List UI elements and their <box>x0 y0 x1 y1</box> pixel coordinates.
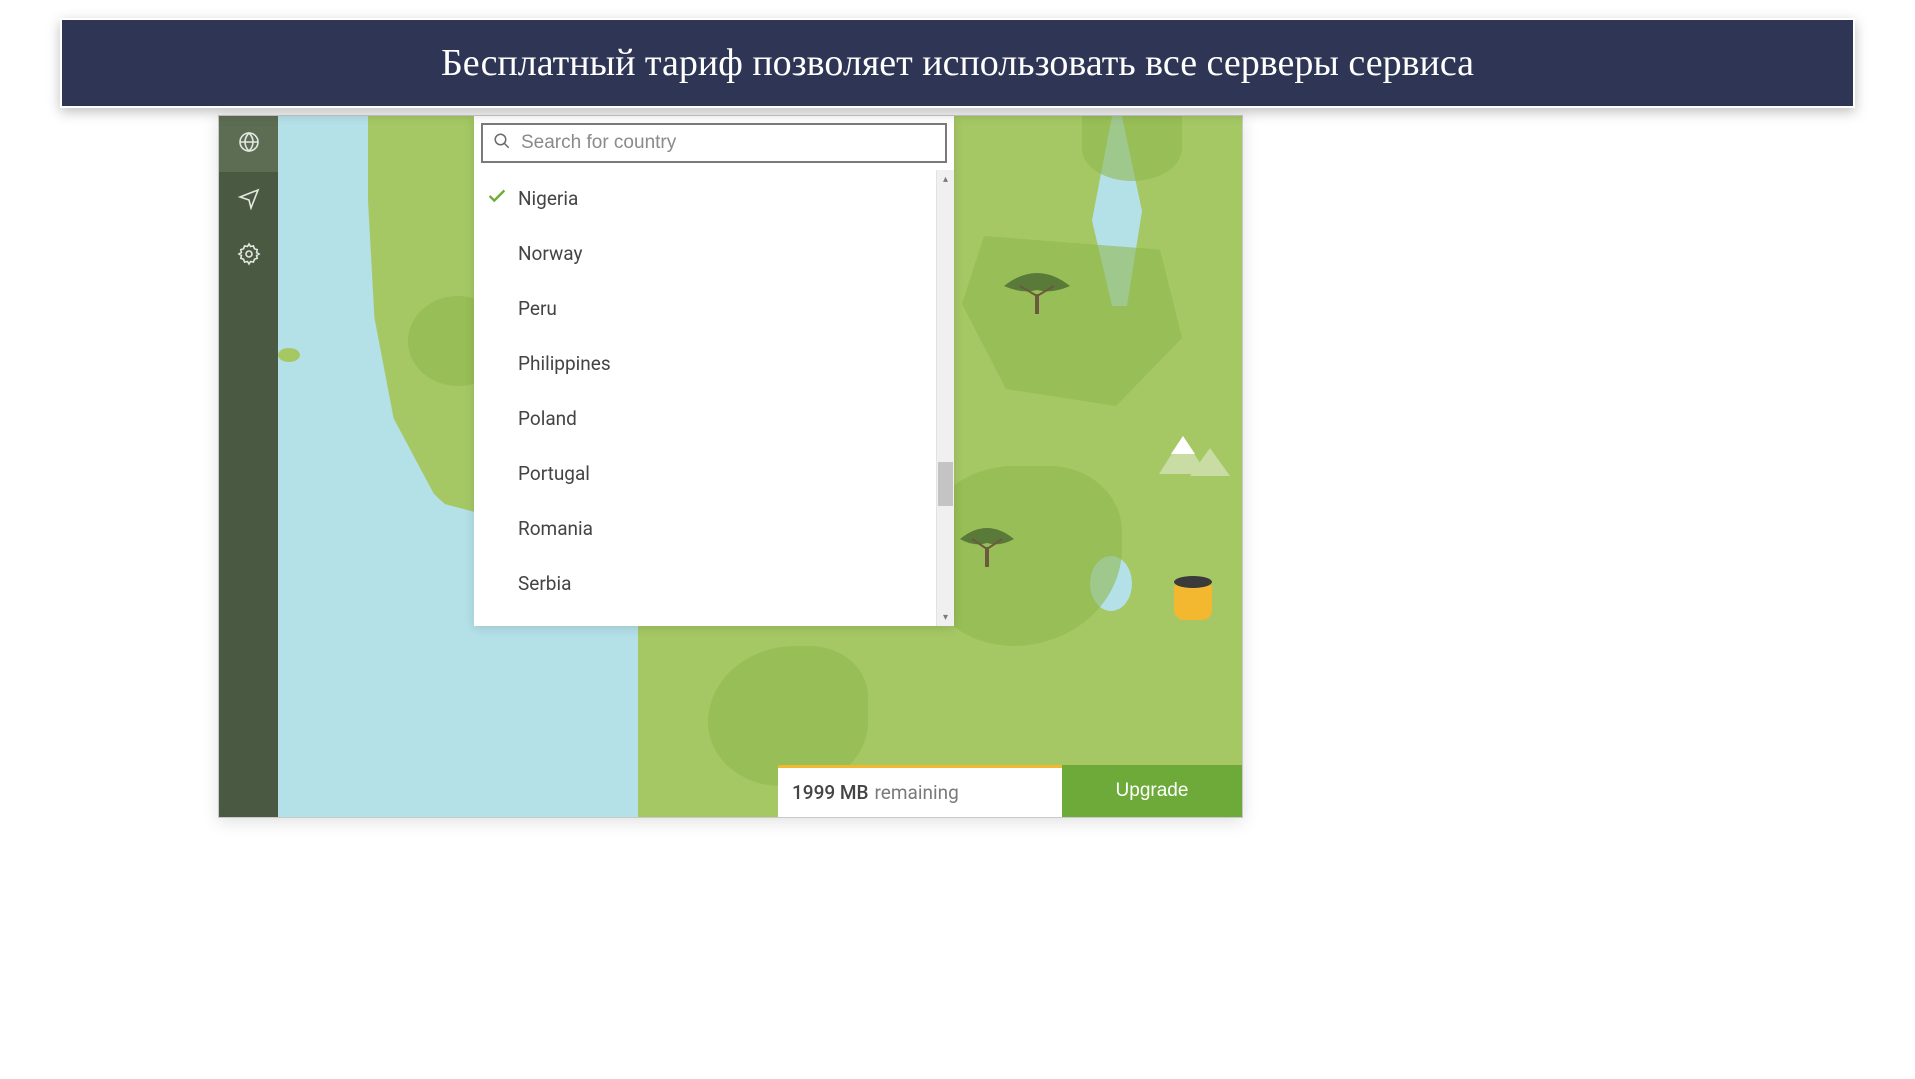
main-content: Nigeria Norway Peru Philippines Poland P… <box>278 116 1242 817</box>
country-list: Nigeria Norway Peru Philippines Poland P… <box>474 167 954 626</box>
promo-banner-text: Бесплатный тариф позволяет использовать … <box>441 41 1474 85</box>
app-window: Nigeria Norway Peru Philippines Poland P… <box>218 115 1243 818</box>
promo-banner: Бесплатный тариф позволяет использовать … <box>60 18 1855 108</box>
status-bar: 1999 MB remaining Upgrade <box>778 765 1242 817</box>
check-icon <box>486 185 508 212</box>
search-icon <box>493 132 511 154</box>
sidebar <box>219 116 278 817</box>
scrollbar[interactable]: ▴ ▾ <box>936 170 954 626</box>
country-item-philippines[interactable]: Philippines <box>474 336 954 391</box>
country-label: Nigeria <box>518 187 578 210</box>
country-label: Philippines <box>518 352 611 375</box>
tree-icon <box>1002 266 1072 320</box>
sidebar-collapse[interactable] <box>219 761 278 817</box>
country-label: Portugal <box>518 462 590 485</box>
country-item-portugal[interactable]: Portugal <box>474 446 954 501</box>
drum-icon <box>1174 576 1212 620</box>
country-label: Romania <box>518 517 593 540</box>
country-item-peru[interactable]: Peru <box>474 281 954 336</box>
country-item-poland[interactable]: Poland <box>474 391 954 446</box>
data-remaining: 1999 MB remaining <box>778 765 1062 817</box>
sidebar-item-broadcast[interactable] <box>219 172 278 228</box>
country-item-romania[interactable]: Romania <box>474 501 954 556</box>
scroll-down-arrow[interactable]: ▾ <box>937 608 954 626</box>
country-item-nigeria[interactable]: Nigeria <box>474 171 954 226</box>
data-label: remaining <box>875 781 959 804</box>
country-label: Serbia <box>518 572 571 595</box>
scroll-up-arrow[interactable]: ▴ <box>937 170 954 188</box>
country-label: Norway <box>518 242 582 265</box>
country-item-norway[interactable]: Norway <box>474 226 954 281</box>
upgrade-button[interactable]: Upgrade <box>1062 765 1242 817</box>
tree-icon <box>958 521 1016 573</box>
sidebar-item-settings[interactable] <box>219 228 278 284</box>
data-amount: 1999 MB <box>792 781 869 804</box>
broadcast-icon <box>237 186 261 214</box>
scroll-thumb[interactable] <box>938 462 953 506</box>
sidebar-item-globe[interactable] <box>219 116 278 172</box>
search-input[interactable] <box>521 132 935 154</box>
country-item-serbia[interactable]: Serbia <box>474 556 954 611</box>
country-label: Poland <box>518 407 577 430</box>
search-box[interactable] <box>481 123 947 163</box>
globe-icon <box>237 130 261 158</box>
gear-icon <box>237 242 261 270</box>
country-search-panel: Nigeria Norway Peru Philippines Poland P… <box>474 116 954 626</box>
country-label: Peru <box>518 297 557 320</box>
